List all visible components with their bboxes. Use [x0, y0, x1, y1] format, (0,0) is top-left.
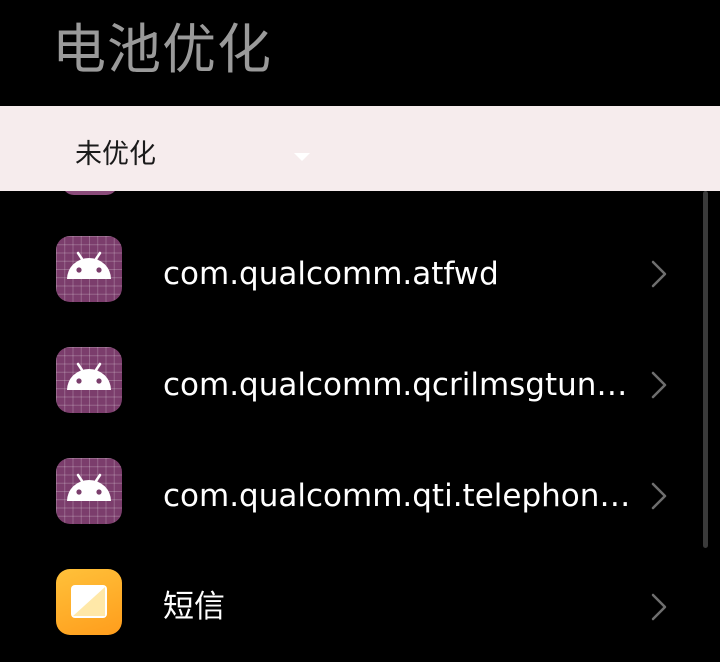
- android-icon: [56, 458, 122, 524]
- chevron-right-icon: [651, 260, 667, 288]
- chevron-right-icon: [651, 593, 667, 621]
- dropdown-arrow-icon: [294, 153, 310, 161]
- android-icon: [56, 347, 122, 413]
- page-header: 电池优化: [0, 0, 720, 106]
- chevron-right-icon: [651, 482, 667, 510]
- app-name: com.qualcomm.atfwd: [163, 256, 499, 292]
- list-item[interactable]: com.qualcomm.atfwd: [0, 212, 700, 323]
- filter-selected-label: 未优化: [75, 139, 156, 170]
- android-icon: [56, 236, 122, 302]
- app-name: com.qualcomm.qcrilmsgtun…: [163, 367, 628, 403]
- app-list[interactable]: com.qualcomm.atfwd com.qualcomm.qcrilmsg…: [0, 191, 720, 662]
- app-name: com.qualcomm.qti.telephon…: [163, 478, 631, 514]
- page-title: 电池优化: [52, 18, 272, 81]
- filter-dropdown[interactable]: 未优化: [0, 106, 720, 191]
- chevron-right-icon: [651, 371, 667, 399]
- scrollbar[interactable]: [703, 191, 708, 548]
- list-item[interactable]: com.qualcomm.qti.telephon…: [0, 434, 700, 545]
- android-icon: [62, 191, 118, 195]
- messages-icon: [56, 569, 122, 635]
- list-item[interactable]: 短信: [0, 545, 700, 656]
- app-name: 短信: [163, 589, 225, 625]
- list-item[interactable]: com.qualcomm.qcrilmsgtun…: [0, 323, 700, 434]
